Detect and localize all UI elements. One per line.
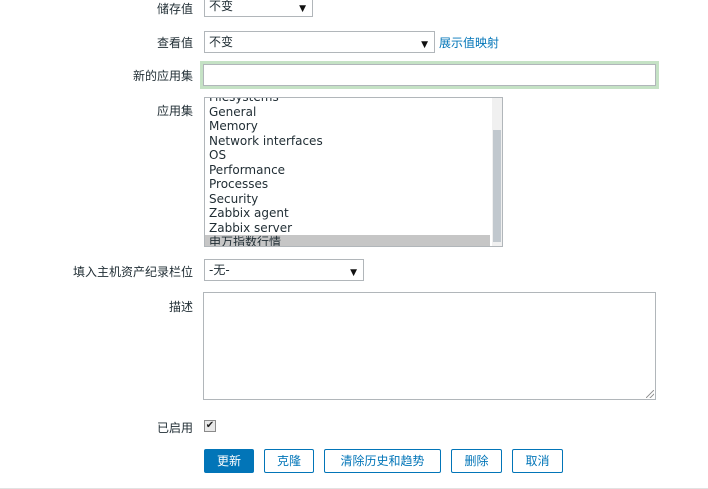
checkmark-icon: ✔ [205, 420, 215, 431]
list-item[interactable]: Filesystems [205, 98, 490, 105]
apps-list: Filesystems General Memory Network interfac… [205, 98, 490, 246]
display-select-value: 不变 [209, 35, 234, 49]
apps-scrollbar[interactable] [492, 98, 502, 246]
inventory-select[interactable]: -无- ▼ [204, 259, 364, 281]
list-item[interactable]: Performance [205, 163, 490, 178]
enabled-label: 已启用 [156, 421, 193, 435]
value-mapping-link[interactable]: 展示值映射 [439, 34, 499, 51]
apps-label: 应用集 [156, 104, 193, 118]
inventory-label: 填入主机资产纪录栏位 [72, 265, 193, 279]
storage-select-value: 不变 [209, 0, 234, 13]
description-textarea[interactable] [203, 292, 656, 400]
clear-history-button[interactable]: 清除历史和趋势 [324, 449, 441, 473]
new-app-input[interactable] [203, 64, 656, 86]
list-item[interactable]: General [205, 105, 490, 120]
enabled-checkbox[interactable]: ✔ [204, 420, 216, 432]
apps-listbox[interactable]: Filesystems General Memory Network interfac… [204, 97, 503, 247]
chevron-down-icon: ▼ [299, 4, 306, 14]
list-item[interactable]: Memory [205, 119, 490, 134]
chevron-down-icon: ▼ [421, 40, 428, 50]
storage-select[interactable]: 不变 ▼ [204, 0, 313, 17]
inventory-select-value: -无- [209, 263, 230, 277]
list-item[interactable]: Zabbix server [205, 221, 490, 236]
list-item[interactable]: Security [205, 192, 490, 207]
list-item[interactable]: OS [205, 148, 490, 163]
resize-grip-icon[interactable] [646, 390, 654, 398]
description-label: 描述 [168, 300, 193, 314]
apps-scrollbar-thumb[interactable] [493, 130, 501, 242]
display-label: 查看值 [156, 36, 193, 50]
new-app-label: 新的应用集 [132, 69, 193, 83]
list-item[interactable]: Network interfaces [205, 134, 490, 149]
cancel-button[interactable]: 取消 [512, 449, 563, 473]
clone-button[interactable]: 克隆 [264, 449, 314, 473]
list-item[interactable]: Processes [205, 177, 490, 192]
delete-button[interactable]: 删除 [451, 449, 502, 473]
storage-label: 储存值 [156, 2, 193, 16]
list-item[interactable]: Zabbix agent [205, 206, 490, 221]
chevron-down-icon: ▼ [350, 268, 357, 278]
display-select[interactable]: 不变 ▼ [204, 31, 435, 53]
update-button[interactable]: 更新 [204, 449, 254, 473]
list-item[interactable]: 申万指数行情 [205, 235, 490, 246]
